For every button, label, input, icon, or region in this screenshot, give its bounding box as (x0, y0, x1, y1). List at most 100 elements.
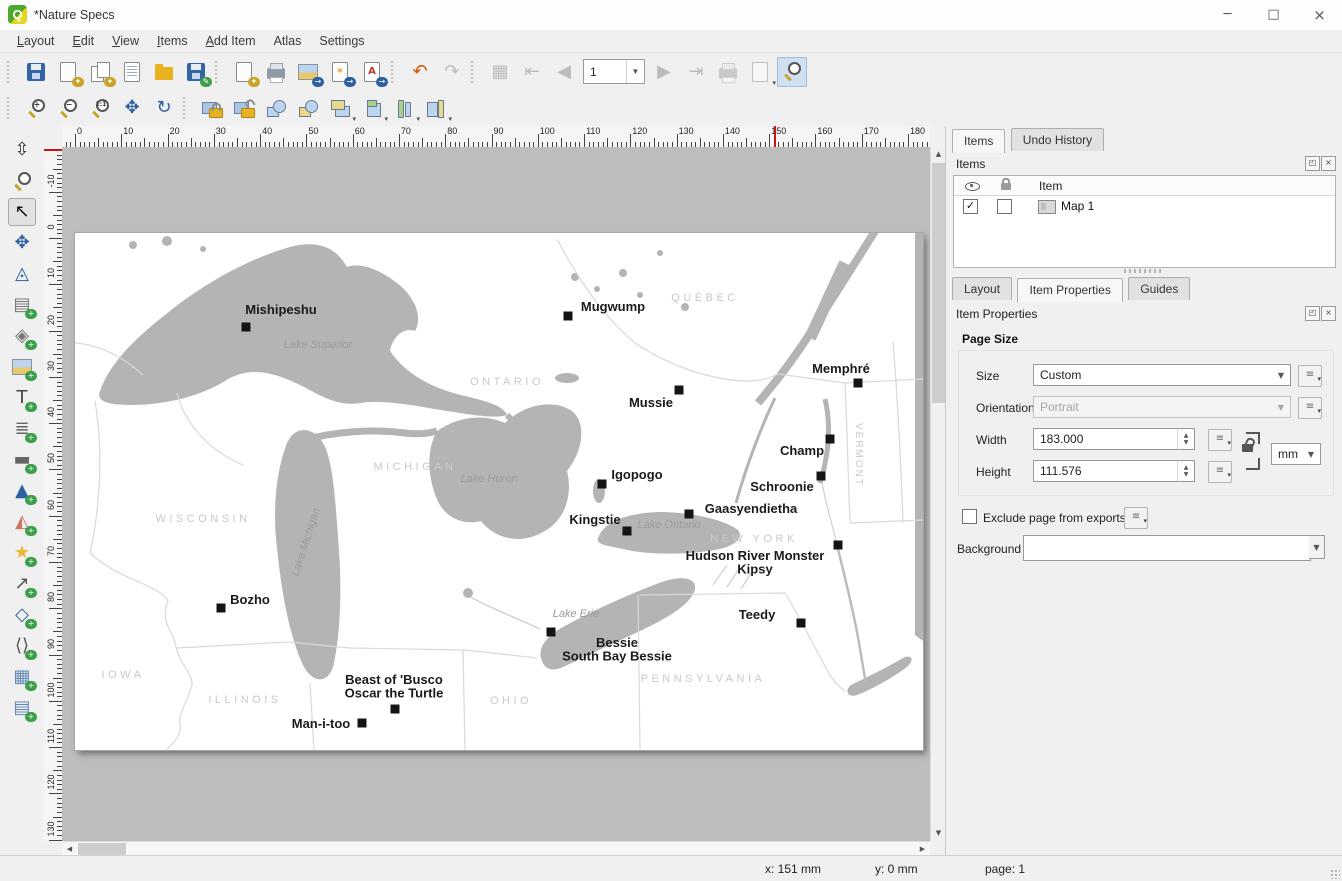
export-atlas-button[interactable]: ▾ (745, 57, 775, 87)
close-button[interactable]: × (1297, 0, 1342, 30)
edit-nodes-item-tool[interactable]: ◬ (8, 260, 36, 288)
horizontal-scrollbar[interactable]: ◀ ▶ (62, 841, 930, 856)
resize-items-button[interactable]: ▾ (421, 93, 451, 123)
spinner-arrows-icon[interactable]: ▲▼ (1177, 461, 1194, 481)
float-panel-icon[interactable]: ◰ (1305, 306, 1320, 321)
add-scale-bar-tool[interactable]: ▬+ (8, 446, 36, 474)
align-selected-items-button[interactable]: ▾ (357, 93, 387, 123)
add-attribute-table-tool[interactable]: ▦+ (8, 663, 36, 691)
scroll-up-icon[interactable]: ▲ (931, 147, 946, 162)
close-panel-icon[interactable]: × (1321, 306, 1336, 321)
atlas-settings-button[interactable] (777, 57, 807, 87)
print-layout-button[interactable] (261, 57, 291, 87)
preview-atlas-button[interactable]: ▦ (485, 57, 515, 87)
height-override-button[interactable]: ≡ (1208, 461, 1232, 483)
add-fixed-table-tool[interactable]: ▤+ (8, 694, 36, 722)
orientation-override-button[interactable]: ≡ (1298, 397, 1322, 419)
zoom-in-button[interactable]: + (21, 93, 51, 123)
add-marker-tool[interactable]: ★+ (8, 539, 36, 567)
add-arrow-tool[interactable]: ↗+ (8, 570, 36, 598)
map-item[interactable]: ONTARIOQUÉBECMICHIGANWISCONSINNEW YORKVE… (75, 233, 923, 750)
add-pages-button[interactable]: ✦ (229, 57, 259, 87)
layout-page[interactable]: ONTARIOQUÉBECMICHIGANWISCONSINNEW YORKVE… (75, 233, 923, 750)
spinner-arrows-icon[interactable]: ▲▼ (1177, 429, 1194, 449)
add-picture-tool[interactable]: + (8, 353, 36, 381)
exclude-page-checkbox[interactable] (962, 509, 977, 524)
lock-selected-items-button[interactable] (197, 93, 227, 123)
menu-settings[interactable]: Settings (310, 32, 373, 50)
menu-view[interactable]: View (103, 32, 148, 50)
add-html-tool[interactable]: ⟨⟩+ (8, 632, 36, 660)
units-combo[interactable]: mm ▼ (1271, 443, 1321, 465)
add-label-tool[interactable]: T+ (8, 384, 36, 412)
width-spinbox[interactable]: 183.000 ▲▼ (1033, 428, 1195, 450)
menu-items[interactable]: Items (148, 32, 197, 50)
zoom-actual-size-button[interactable]: 1:1 (85, 93, 115, 123)
duplicate-layout-button[interactable]: ✦ (85, 57, 115, 87)
export-image-button[interactable]: → (293, 57, 323, 87)
move-item-content-tool[interactable]: ✥ (8, 229, 36, 257)
invert-selection-button[interactable] (293, 93, 323, 123)
scroll-right-icon[interactable]: ▶ (915, 842, 930, 856)
background-color-dropdown[interactable]: ▼ (1309, 535, 1325, 559)
save-project-button[interactable] (21, 57, 51, 87)
tab-undo-history[interactable]: Undo History (1011, 128, 1104, 151)
close-panel-icon[interactable]: × (1321, 156, 1336, 171)
new-layout-button[interactable]: ✦ (53, 57, 83, 87)
background-color-swatch[interactable] (1023, 535, 1311, 561)
scroll-down-icon[interactable]: ▼ (931, 826, 946, 841)
visibility-checkbox[interactable]: ✓ (963, 199, 978, 214)
unlock-all-items-button[interactable] (229, 93, 259, 123)
atlas-first-feature-button[interactable]: ⇤ (517, 57, 547, 87)
minimize-button[interactable]: ─ (1205, 0, 1250, 30)
menu-atlas[interactable]: Atlas (265, 32, 311, 50)
tab-item-properties[interactable]: Item Properties (1017, 278, 1122, 302)
exclude-override-button[interactable]: ≡ (1124, 507, 1148, 529)
load-template-button[interactable] (149, 57, 179, 87)
redo-button[interactable]: ↷ (437, 57, 467, 87)
atlas-previous-feature-button[interactable]: ◀ (549, 57, 579, 87)
horizontal-scrollbar-thumb[interactable] (78, 843, 126, 855)
pan-layout-tool[interactable]: ⇳ (8, 136, 36, 164)
vertical-scrollbar[interactable]: ▲ ▼ (930, 147, 946, 841)
dock-splitter[interactable] (1124, 269, 1164, 273)
add-north-arrow-tool[interactable]: ▲+ (8, 477, 36, 505)
atlas-feature-combo[interactable]: 1▼ (583, 59, 645, 84)
print-atlas-button[interactable] (713, 57, 743, 87)
scroll-left-icon[interactable]: ◀ (62, 842, 77, 856)
size-override-button[interactable]: ≡ (1298, 365, 1322, 387)
export-pdf-button[interactable]: A→ (357, 57, 387, 87)
zoom-tool[interactable] (8, 167, 36, 195)
atlas-next-feature-button[interactable]: ▶ (649, 57, 679, 87)
menu-layout[interactable]: Layout (8, 32, 64, 50)
add-shape-tool[interactable]: ◭+ (8, 508, 36, 536)
save-as-template-button[interactable]: ✎ (181, 57, 211, 87)
refresh-view-button[interactable]: ↻ (149, 93, 179, 123)
size-combo[interactable]: Custom ▼ (1033, 364, 1291, 386)
width-override-button[interactable]: ≡ (1208, 429, 1232, 451)
tab-guides[interactable]: Guides (1128, 277, 1190, 300)
atlas-last-feature-button[interactable]: ⇥ (681, 57, 711, 87)
tab-layout[interactable]: Layout (952, 277, 1012, 300)
add-3d-map-tool[interactable]: ◈+ (8, 322, 36, 350)
zoom-out-button[interactable]: − (53, 93, 83, 123)
undo-button[interactable]: ↶ (405, 57, 435, 87)
add-node-item-tool[interactable]: ◇+ (8, 601, 36, 629)
height-spinbox[interactable]: 111.576 ▲▼ (1033, 460, 1195, 482)
resize-grip[interactable] (1330, 869, 1340, 879)
select-move-item-tool[interactable]: ↖ (8, 198, 36, 226)
select-all-items-button[interactable] (261, 93, 291, 123)
layout-manager-button[interactable] (117, 57, 147, 87)
lock-checkbox[interactable] (997, 199, 1012, 214)
vertical-scrollbar-thumb[interactable] (932, 163, 945, 403)
unlock-ratio-icon[interactable] (1242, 444, 1253, 452)
distribute-items-button[interactable]: ▾ (389, 93, 419, 123)
add-legend-tool[interactable]: ≣+ (8, 415, 36, 443)
export-svg-button[interactable]: ✶→ (325, 57, 355, 87)
tab-items[interactable]: Items (952, 129, 1005, 153)
item-row-map1[interactable]: ✓ Map 1 (954, 196, 1335, 218)
menu-add-item[interactable]: Add Item (197, 32, 265, 50)
maximize-button[interactable]: □ (1251, 0, 1296, 30)
raise-selected-items-button[interactable]: ▾ (325, 93, 355, 123)
zoom-full-button[interactable]: ✥ (117, 93, 147, 123)
